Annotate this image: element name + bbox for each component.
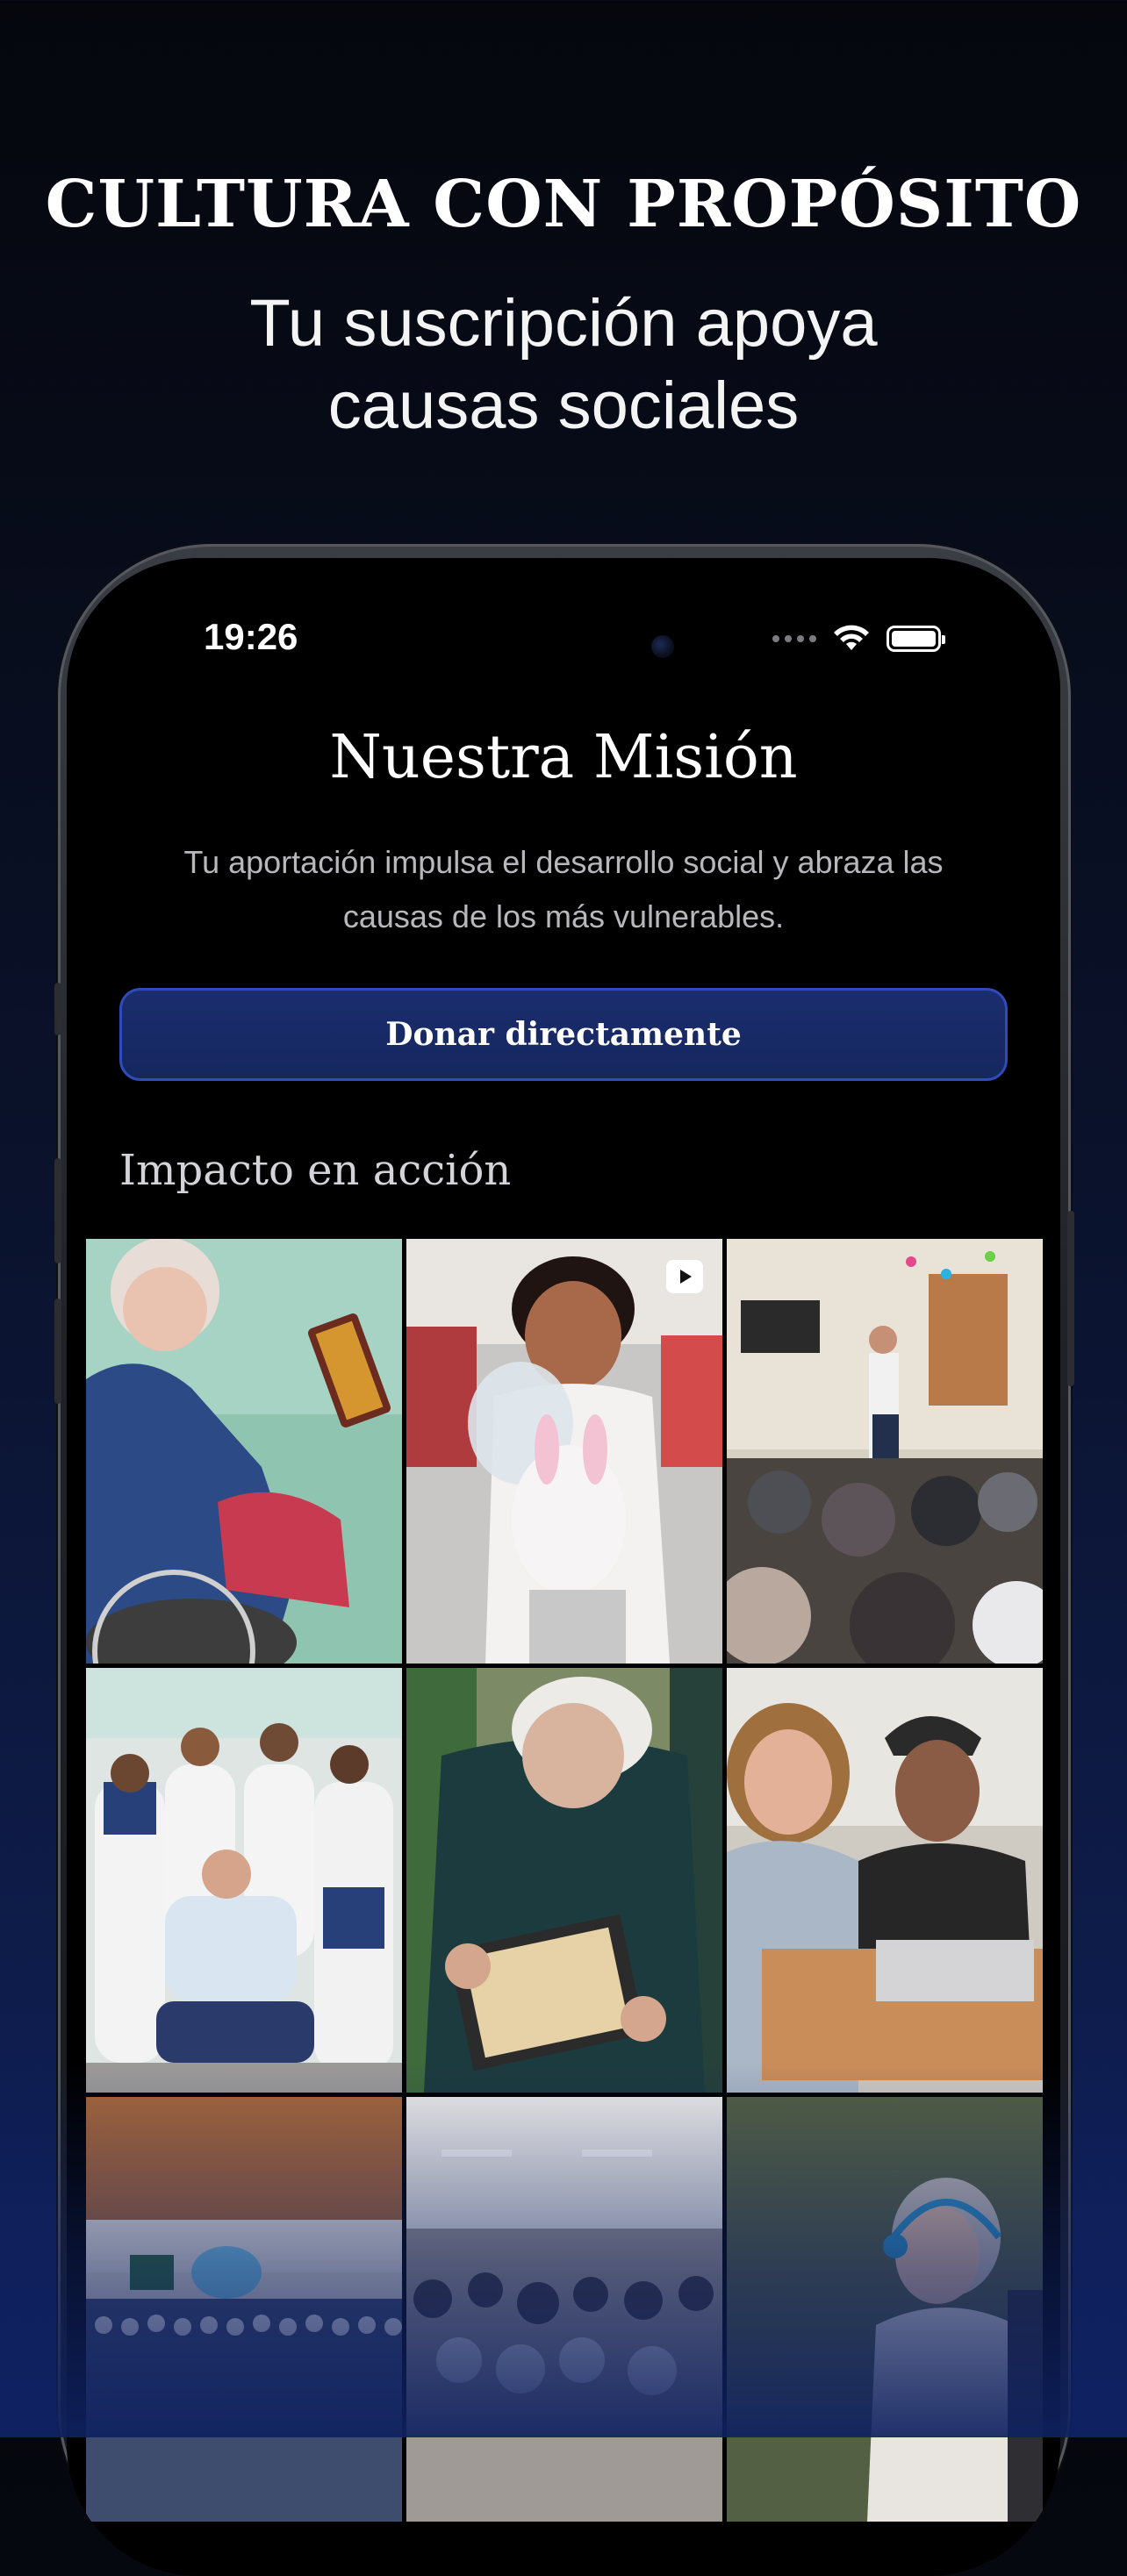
video-play-icon [666,1260,703,1293]
phone-volume-up-button [54,1158,61,1263]
gallery-video[interactable] [406,1239,722,1664]
photo-young-men-eyeglasses [727,1668,1043,2093]
impact-photo-grid [86,1239,1043,2522]
phone-screen: 19:26 Nuestra Misión Tu aportación impul… [67,558,1060,2576]
photo-seniors-crowd [406,2097,722,2522]
photo-elderly-woman-headphones [727,2097,1043,2522]
gallery-photo[interactable] [727,2097,1043,2522]
status-icons [772,621,945,656]
signal-dots-icon [772,635,816,642]
donate-button[interactable]: Donar directamente [119,988,1008,1081]
photo-girl-plush-bunny [406,1239,722,1664]
battery-icon [887,626,945,652]
promo-subline-line-1: Tu suscripción apoya [249,286,878,361]
gallery-photo[interactable] [727,1239,1043,1664]
gallery-photo[interactable] [86,1668,402,2093]
front-camera [651,635,674,658]
gallery-photo[interactable] [406,1668,722,2093]
phone-action-button [54,983,61,1035]
mission-description: Tu aportación impulsa el desarrollo soci… [183,844,944,934]
photo-children-hall [86,2097,402,2522]
mission-title: Nuestra Misión [329,723,798,792]
photo-elderly-woman-wheelchair [86,1239,402,1664]
phone-power-button [1067,1211,1074,1386]
gallery-photo[interactable] [86,2097,402,2522]
promo-subline-line-2: causas sociales [327,369,800,443]
wifi-icon [834,625,869,650]
photo-group-with-nuns [86,1668,402,2093]
photo-presentation-audience [727,1239,1043,1664]
impact-heading: Impacto en acción [119,1146,512,1195]
promo-headline: CULTURA CON PROPÓSITO [45,167,1082,242]
promo-subline: Tu suscripción apoya causas sociales [0,283,1127,447]
gallery-photo[interactable] [86,1239,402,1664]
photo-elderly-woman-chocolates [406,1668,722,2093]
status-time: 19:26 [204,616,298,657]
gallery-photo[interactable] [727,1668,1043,2093]
gallery-photo[interactable] [406,2097,722,2522]
phone-volume-down-button [54,1299,61,1404]
